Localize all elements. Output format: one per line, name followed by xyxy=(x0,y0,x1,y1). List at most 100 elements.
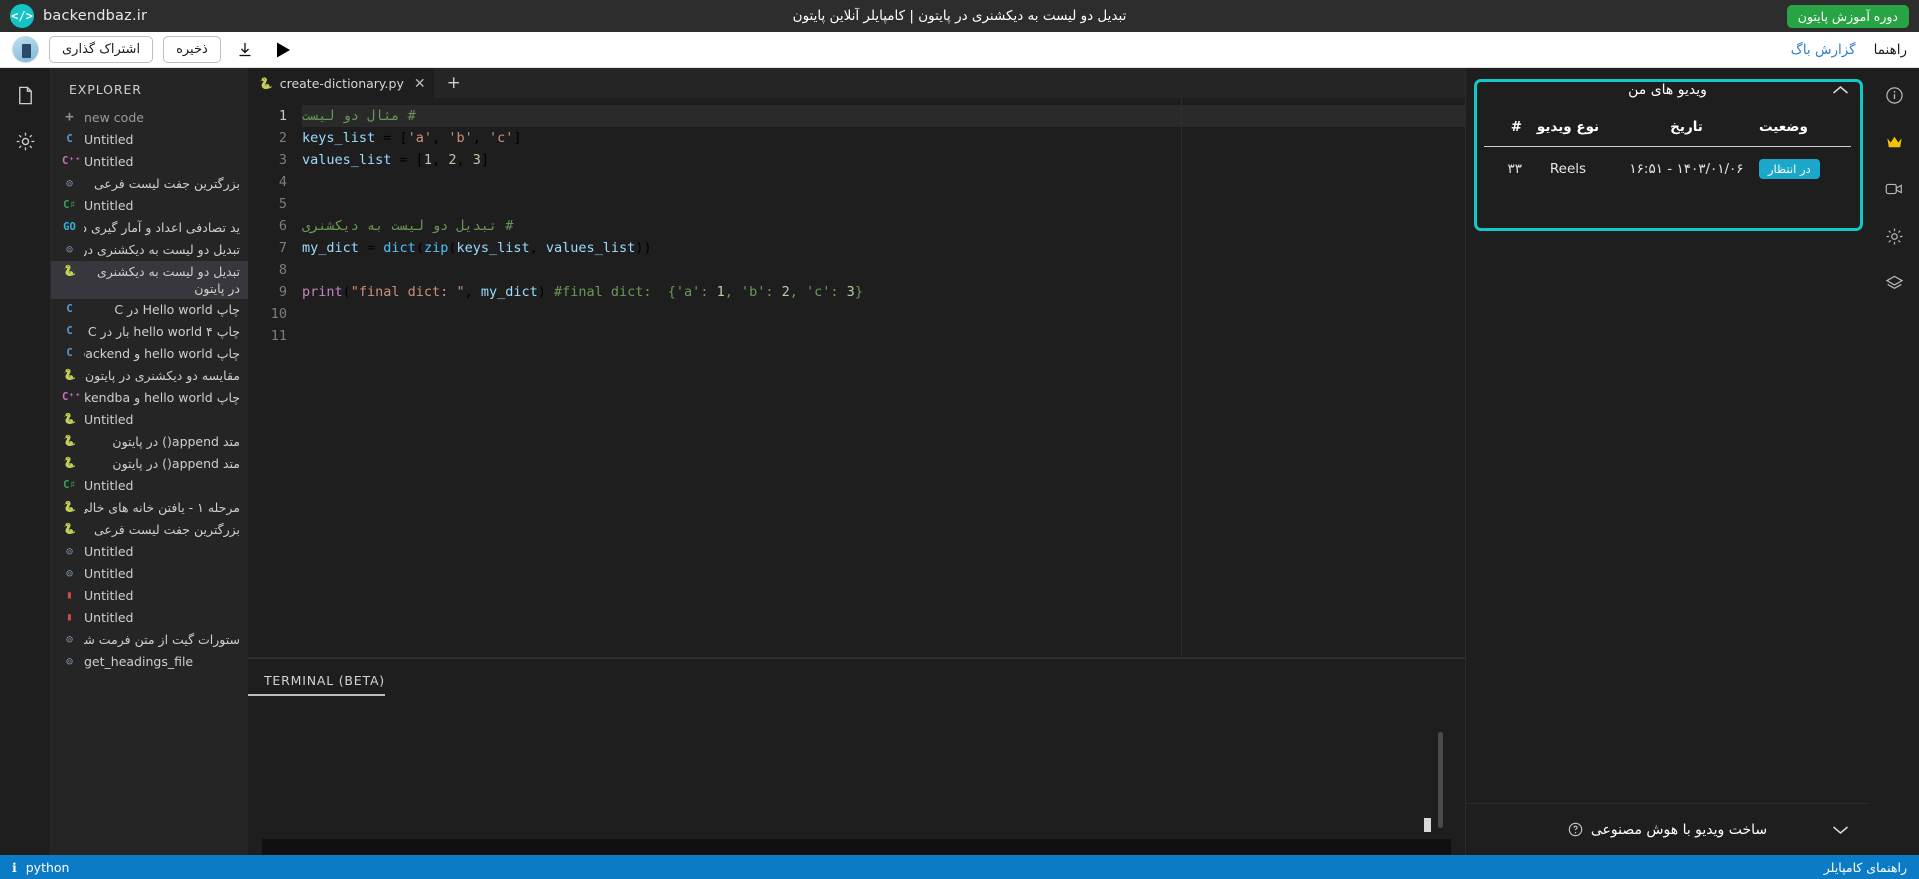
explorer-file-item[interactable]: C Untitled xyxy=(51,129,248,151)
terminal-title: TERMINAL (BETA) xyxy=(248,659,385,696)
python-course-button[interactable]: دوره آموزش پایتون xyxy=(1786,4,1909,28)
code-line[interactable] xyxy=(302,325,1465,347)
db-file-icon: ◎ xyxy=(66,655,73,667)
avatar[interactable] xyxy=(12,36,39,63)
explorer-file-item[interactable]: C چاپ hello world و backend ر xyxy=(51,343,248,365)
videos-table: وضعیت تاریخ نوع ویدیو # در انتظار ۱۴۰۳/۰۱… xyxy=(1484,112,1851,191)
code-brackets-icon: </> xyxy=(10,4,34,28)
line-number: 10 xyxy=(270,306,287,322)
explorer-file-item[interactable]: C⁺⁺ Untitled xyxy=(51,151,248,173)
code-line[interactable]: my_dict = dict(zip(keys_list, values_lis… xyxy=(302,237,1465,259)
code-line[interactable]: # مثال دو لیست xyxy=(302,105,1465,127)
py-file-icon: 🐍 xyxy=(62,435,77,447)
explorer-file-item[interactable]: ◎ ستورات گیت از متن فرمت شده. xyxy=(51,629,248,651)
play-icon[interactable] xyxy=(269,36,297,64)
line-number: 6 xyxy=(278,218,287,234)
explorer-file-item[interactable]: GO ید تصادفی اعداد و آمار گیری در xyxy=(51,217,248,239)
new-code-button[interactable]: + new code xyxy=(51,107,248,129)
ai-video-section-header[interactable]: ساخت ویدیو با هوش مصنوعی xyxy=(1466,803,1869,855)
terminal-scrollbar[interactable] xyxy=(1438,732,1443,828)
code-line[interactable] xyxy=(302,171,1465,193)
line-number: 4 xyxy=(278,174,287,190)
terminal-output[interactable] xyxy=(262,710,1451,836)
explorer-file-label: Untitled xyxy=(84,132,134,147)
explorer-file-item[interactable]: 🐍 مقایسه دو دیکشنری در پایتون xyxy=(51,365,248,387)
explorer-file-item[interactable]: ◎ Untitled xyxy=(51,563,248,585)
toolbar-right-links: راهنما گزارش باگ xyxy=(1791,42,1907,58)
explorer-file-item[interactable]: ◎ تبدیل دو لیست به دیکشنری در xyxy=(51,239,248,261)
explorer-file-item[interactable]: C چاپ Hello world در C xyxy=(51,299,248,321)
settings-gear-icon[interactable] xyxy=(12,128,38,154)
go-file-icon: GO xyxy=(63,221,76,233)
chevron-up-icon[interactable] xyxy=(1832,85,1849,95)
cs-file-icon: C♯ xyxy=(63,199,76,211)
table-row[interactable]: در انتظار ۱۴۰۳/۰۱/۰۶ - ۱۶:۵۱ Reels ۳۳ xyxy=(1484,147,1851,191)
explorer-file-list[interactable]: + new code C Untitled C⁺⁺ Untitled ◎ بزرگترین… xyxy=(51,107,248,855)
explorer-file-item[interactable]: 🐍 متد append() در پایتون xyxy=(51,453,248,475)
save-button[interactable]: ذخیره xyxy=(163,36,221,63)
explorer-file-item[interactable]: 🐍 تبدیل دو لیست به دیکشنری در پایتون xyxy=(51,261,248,299)
layers-icon[interactable] xyxy=(1881,270,1907,296)
py-file-icon: 🐍 xyxy=(62,457,77,469)
question-circle-icon[interactable] xyxy=(1568,822,1583,837)
settings-gear-icon[interactable] xyxy=(1881,223,1907,249)
explorer-file-item[interactable]: 🐍 مرحله ۱ - یافتن خانه های خالی xyxy=(51,497,248,519)
new-code-label: new code xyxy=(84,110,144,125)
explorer-file-item[interactable]: C چاپ hello world ۴ بار در C xyxy=(51,321,248,343)
code-line[interactable]: print("final dict: ", my_dict) #final di… xyxy=(302,281,1465,303)
help-link[interactable]: راهنما xyxy=(1874,42,1907,58)
explorer-file-item[interactable]: C⁺⁺چاپ hello world و backendba xyxy=(51,387,248,409)
explorer-file-label: بزرگترین جفت لیست فرعی xyxy=(93,522,240,537)
cpp-file-icon: C⁺⁺ xyxy=(62,391,81,403)
explorer-file-item[interactable]: 🐍 بزرگترین جفت لیست فرعی xyxy=(51,519,248,541)
code-line[interactable]: # تبدیل دو لیست به دیکشنری xyxy=(302,215,1465,237)
close-icon[interactable]: ✕ xyxy=(414,76,426,92)
bug-report-link[interactable]: گزارش باگ xyxy=(1791,42,1856,58)
code-area[interactable]: 1 2 3 4 5 6 7 8 9 10 11 # مثال دو لیست keys_list = … xyxy=(248,98,1465,658)
files-explorer-icon[interactable] xyxy=(12,82,38,108)
info-icon[interactable]: ℹ xyxy=(12,860,17,875)
code-line[interactable] xyxy=(302,259,1465,281)
cs-file-icon: C♯ xyxy=(63,479,76,491)
compiler-help-link[interactable]: راهنمای کامپایلر xyxy=(1824,860,1907,875)
chevron-down-icon[interactable] xyxy=(1832,825,1849,835)
code-line[interactable]: values_list = [1, 2, 3] xyxy=(302,149,1465,171)
video-camera-icon[interactable] xyxy=(1881,176,1907,202)
py-file-icon: 🐍 xyxy=(62,523,77,535)
brand-logo-group[interactable]: </> backendbaz.ir xyxy=(10,4,147,28)
explorer-file-item[interactable]: C♯ Untitled xyxy=(51,195,248,217)
new-tab-icon[interactable]: + xyxy=(434,68,474,98)
my-videos-panel: ویدیو های من وضعیت تاریخ نوع ویدیو # در … xyxy=(1465,68,1869,855)
code-lines[interactable]: # مثال دو لیست keys_list = ['a', 'b', 'c'… xyxy=(296,98,1465,657)
code-line[interactable]: keys_list = ['a', 'b', 'c'] xyxy=(302,127,1465,149)
language-indicator[interactable]: python xyxy=(26,860,70,875)
crown-icon[interactable] xyxy=(1881,129,1907,155)
brand-bar: </> backendbaz.ir تبدیل دو لیست به دیکشن… xyxy=(0,0,1919,32)
explorer-file-item[interactable]: ◎ Untitled xyxy=(51,541,248,563)
c-file-icon: C xyxy=(66,133,73,145)
terminal-input-strip[interactable] xyxy=(262,839,1451,855)
explorer-file-item[interactable]: 🐍 Untitled xyxy=(51,409,248,431)
line-number: 1 xyxy=(278,108,287,124)
py-file-icon: 🐍 xyxy=(62,501,77,513)
db-file-icon: ◎ xyxy=(66,243,73,255)
share-button[interactable]: اشتراک گذاری xyxy=(49,36,154,63)
explorer-file-label: Untitled xyxy=(84,154,134,169)
download-icon[interactable] xyxy=(231,36,259,64)
explorer-file-item[interactable]: ▮ Untitled xyxy=(51,585,248,607)
explorer-file-item[interactable]: ▮ Untitled xyxy=(51,607,248,629)
tab-create-dictionary[interactable]: 🐍 create-dictionary.py ✕ xyxy=(248,68,434,98)
explorer-file-item[interactable]: 🐍 متد append() در پایتون xyxy=(51,431,248,453)
my-videos-header[interactable]: ویدیو های من xyxy=(1466,68,1869,112)
info-circle-icon[interactable] xyxy=(1881,82,1907,108)
explorer-file-label: چاپ Hello world در C xyxy=(114,302,240,317)
py-file-icon: 🐍 xyxy=(62,265,77,277)
explorer-file-item[interactable]: C♯ Untitled xyxy=(51,475,248,497)
explorer-file-label: مرحله ۱ - یافتن خانه های خالی xyxy=(84,500,240,515)
db-file-icon: ◎ xyxy=(66,545,73,557)
code-line[interactable] xyxy=(302,303,1465,325)
explorer-file-item[interactable]: ◎ get_headings_file xyxy=(51,651,248,673)
code-line[interactable] xyxy=(302,193,1465,215)
column-header-date: تاریخ xyxy=(1670,119,1703,135)
explorer-file-item[interactable]: ◎ بزرگترین جفت لیست فرعی xyxy=(51,173,248,195)
